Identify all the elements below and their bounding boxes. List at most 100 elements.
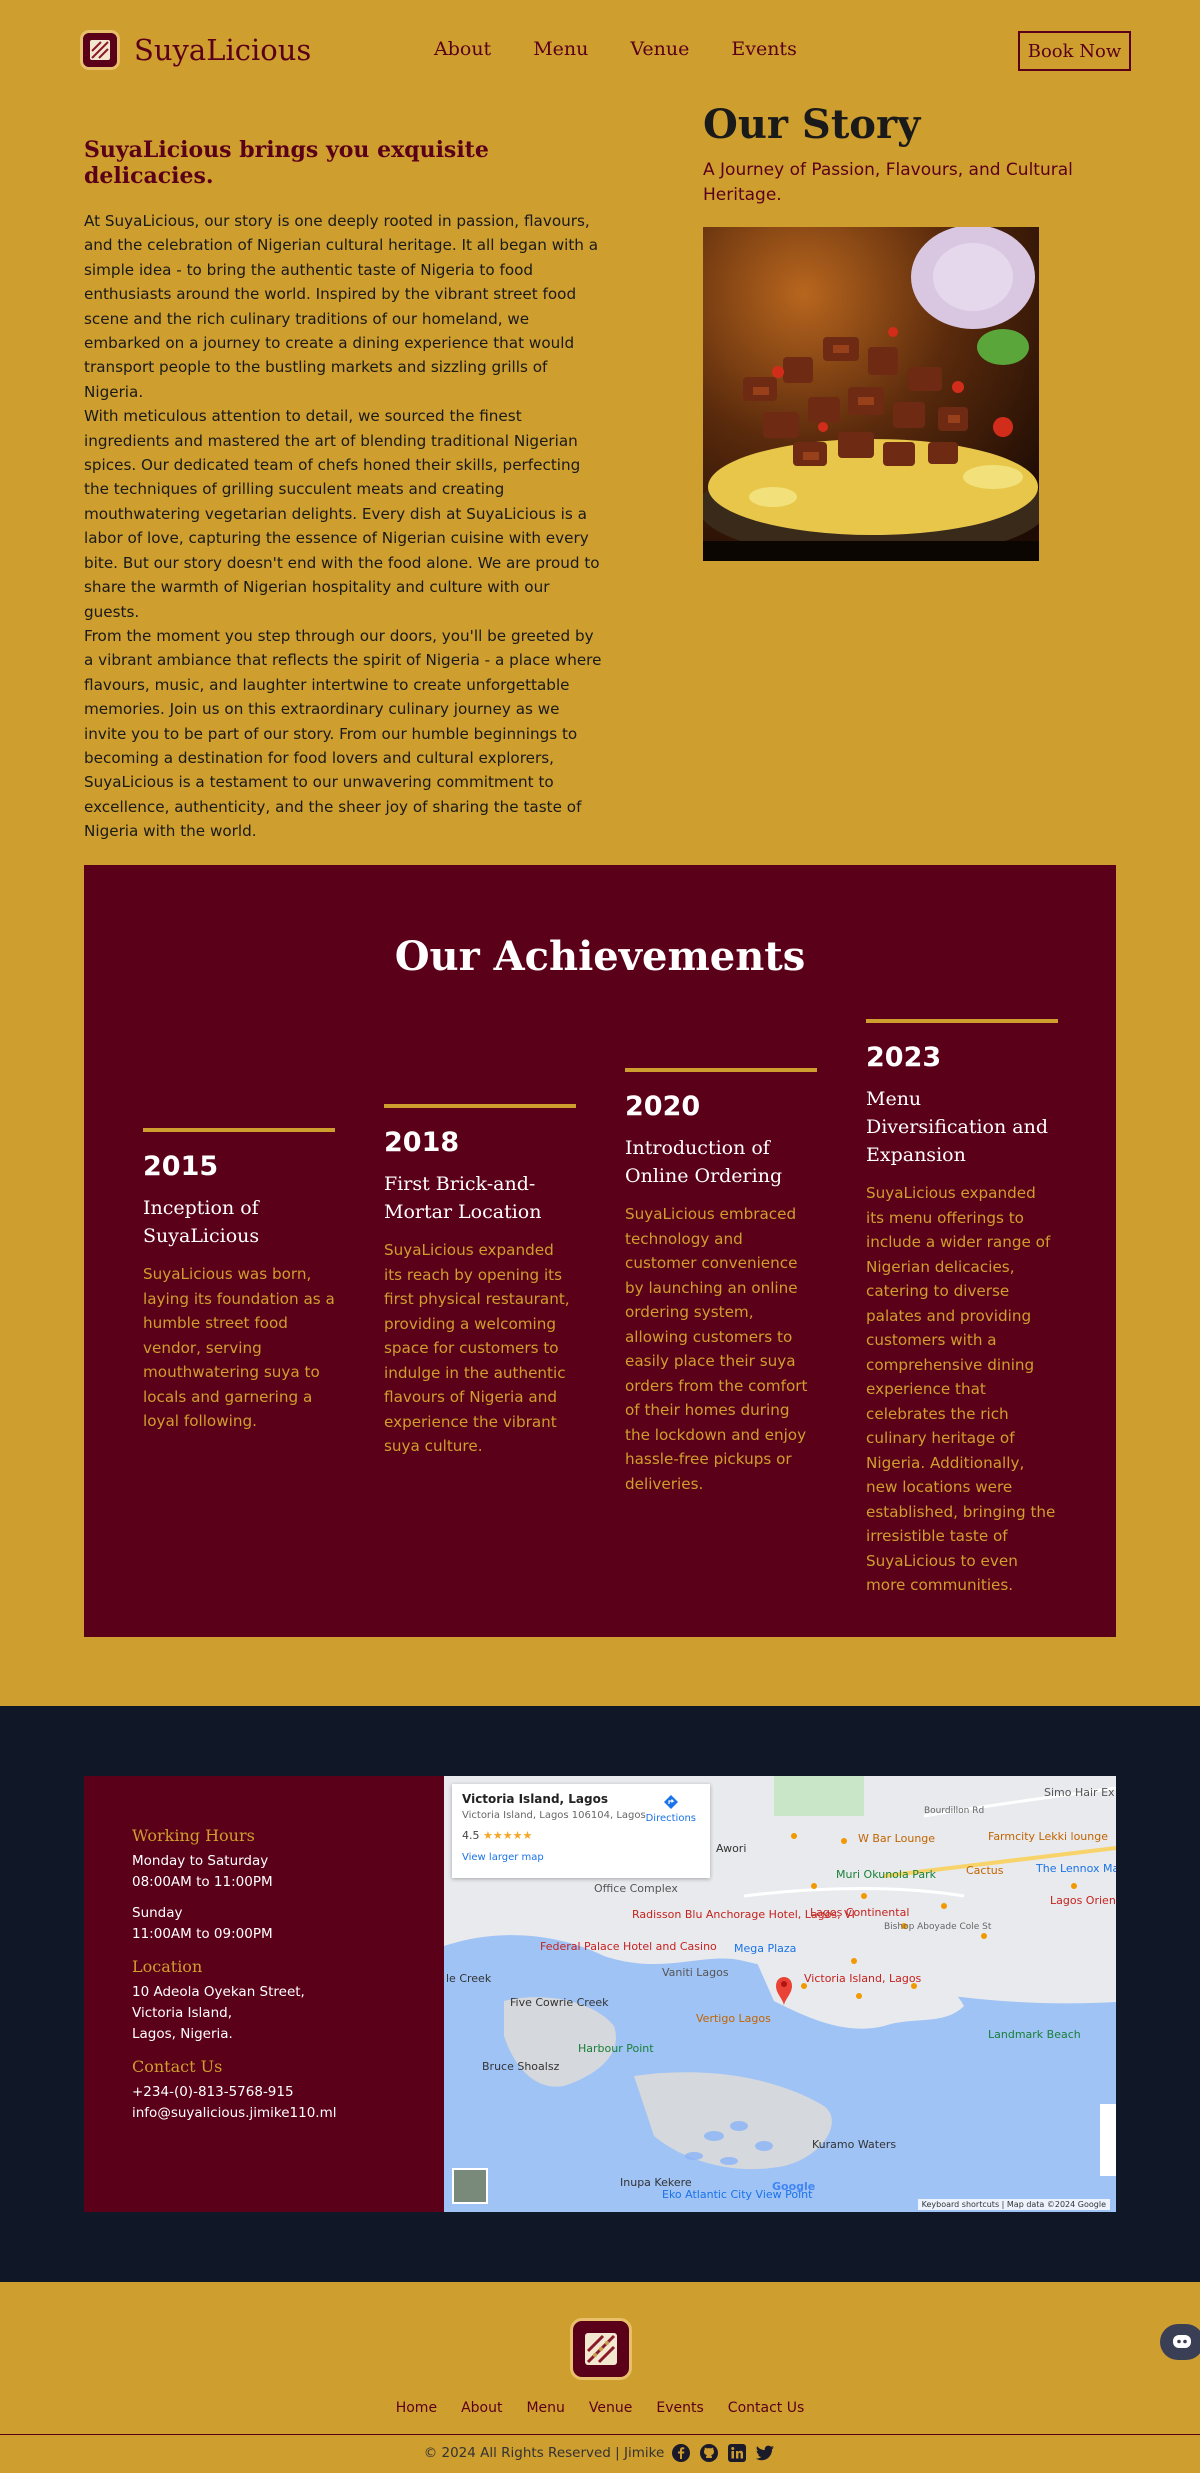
story-paragraph: From the moment you step through our doo… [84,626,602,841]
story-paragraph: With meticulous attention to detail, we … [84,407,600,621]
footer-links: Home About Menu Venue Events Contact Us [0,2400,1200,2416]
chat-bot-icon [1173,2335,1191,2348]
footer-logo-icon[interactable] [570,2318,632,2380]
map-label: Simo Hair Ex [1044,1786,1115,1799]
suya-logo-icon [80,30,120,70]
map-label: Lagos Continental [810,1906,910,1919]
book-now-button[interactable]: Book Now [1018,31,1131,71]
directions-label: Directions [645,1813,696,1824]
footer-link-about[interactable]: About [461,2400,502,2416]
map-label: The Lennox Ma [1036,1862,1116,1875]
map-label: Awori [716,1842,747,1855]
map-label: Bishop Aboyade Cole St [884,1922,992,1932]
map-place-card: Victoria Island, Lagos Victoria Island, … [452,1784,710,1878]
achievement-year: 2018 [384,1127,460,1158]
linkedin-icon[interactable] [726,2442,748,2464]
achievement-text: SuyaLicious embraced technology and cust… [625,1205,808,1493]
view-larger-map-link[interactable]: View larger map [462,1852,700,1863]
timeline-bar [143,1128,335,1132]
location-title: Location [132,1957,203,1976]
star-rating-icon: ★★★★★ [483,1829,533,1842]
nav-link-about[interactable]: About [434,38,491,60]
map-label: Vertigo Lagos [696,2012,771,2025]
achievements-section: Our Achievements 2015 Inception of SuyaL… [84,865,1116,1637]
map-label: Bourdillon Rd [924,1806,985,1816]
map-rating: 4.5 ★★★★★ [462,1829,700,1842]
footer-divider [0,2434,1200,2435]
facebook-icon[interactable] [670,2442,692,2464]
address-line: Lagos, Nigeria. [132,2026,233,2042]
brand-name: SuyaLicious [134,33,312,67]
map-label: Victoria Island, Lagos [804,1972,922,1985]
contact-title: Contact Us [132,2057,223,2076]
map-label: Harbour Point [578,2042,654,2055]
achievements-title: Our Achievements [394,933,806,980]
rating-value: 4.5 [462,1829,480,1842]
suya-dish-image [703,227,1039,561]
nav-link-menu[interactable]: Menu [533,38,588,60]
directions-icon [663,1795,678,1809]
directions-button[interactable]: Directions [646,1794,696,1824]
map-label: Vaniti Lagos [662,1966,729,1979]
contact-info-panel: Working Hours Monday to Saturday 08:00AM… [84,1776,444,2212]
map-label: Mega Plaza [734,1942,797,1955]
footer-link-events[interactable]: Events [656,2400,703,2416]
address-line: 10 Adeola Oyekan Street, [132,1984,305,2000]
nav-link-venue[interactable]: Venue [630,38,689,60]
footer-link-contact[interactable]: Contact Us [728,2400,804,2416]
hours-days: Monday to Saturday [132,1853,269,1869]
copyright-text: © 2024 All Rights Reserved | Jimike [423,2445,665,2461]
achievement-card-2020: 2020 Introduction of Online Ordering Suy… [625,1068,817,1496]
story-title: Our Story [703,101,921,148]
footer-link-home[interactable]: Home [396,2400,437,2416]
achievement-year: 2020 [625,1091,701,1122]
map-label: Five Cowrie Creek [510,1996,609,2009]
address-line: Victoria Island, [132,2005,232,2021]
story-text: SuyaLicious brings you exquisite delicac… [84,137,604,844]
hours-days: Sunday [132,1905,183,1921]
map-label: Kuramo Waters [812,2138,897,2151]
timeline-bar [625,1068,817,1072]
achievement-heading: Inception of SuyaLicious [143,1197,260,1247]
achievement-heading: Menu Diversification and Expansion [866,1088,1048,1166]
map-attribution: Keyboard shortcuts | Map data ©2024 Goog… [917,2199,1110,2210]
achievement-card-2015: 2015 Inception of SuyaLicious SuyaLiciou… [143,1128,335,1434]
satellite-toggle[interactable] [452,2168,488,2204]
achievement-text: SuyaLicious expanded its reach by openin… [384,1241,570,1455]
working-hours-title: Working Hours [132,1826,255,1845]
achievement-text: SuyaLicious was born, laying its foundat… [143,1265,335,1430]
brand[interactable]: SuyaLicious [80,30,311,70]
footer-link-venue[interactable]: Venue [589,2400,632,2416]
chat-widget-button[interactable] [1160,2324,1200,2360]
story-body: At SuyaLicious, our story is one deeply … [84,209,604,844]
achievement-year: 2015 [143,1151,219,1182]
achievement-card-2018: 2018 First Brick-and-Mortar Location Suy… [384,1104,576,1459]
footer-bottom: © 2024 All Rights Reserved | Jimike [0,2442,1200,2464]
main-menu: About Menu Venue Events [434,38,797,60]
story-tagline: SuyaLicious brings you exquisite delicac… [84,137,489,189]
achievement-heading: Introduction of Online Ordering [625,1137,783,1187]
map-label: Bruce Shoalsz [482,2060,560,2073]
map-label: Federal Palace Hotel and Casino [540,1940,717,1953]
story-paragraph: At SuyaLicious, our story is one deeply … [84,212,599,401]
achievement-text: SuyaLicious expanded its menu offerings … [866,1184,1056,1594]
footer-link-menu[interactable]: Menu [526,2400,564,2416]
achievement-card-2023: 2023 Menu Diversification and Expansion … [866,1019,1058,1598]
phone-number[interactable]: +234-(0)-813-5768-915 [132,2082,444,2103]
zoom-controls[interactable] [1100,2104,1116,2176]
story-heading-block: Our Story A Journey of Passion, Flavours… [703,98,1123,208]
site-footer: Home About Menu Venue Events Contact Us … [0,2282,1200,2473]
google-map-embed[interactable]: Awori W Bar Lounge Farmcity Lekki lounge… [444,1776,1116,2212]
map-label: W Bar Lounge [858,1832,936,1845]
twitter-icon[interactable] [754,2442,776,2464]
achievement-year: 2023 [866,1042,942,1073]
nav-link-events[interactable]: Events [731,38,796,60]
timeline-bar [866,1019,1058,1023]
map-label: Office Complex [594,1882,678,1895]
github-icon[interactable] [698,2442,720,2464]
email-address[interactable]: info@suyalicious.jimike110.ml [132,2103,444,2124]
map-label: Cactus [966,1864,1004,1877]
map-label: Farmcity Lekki lounge [988,1830,1109,1843]
timeline-bar [384,1104,576,1108]
map-label: le Creek [446,1972,492,1985]
